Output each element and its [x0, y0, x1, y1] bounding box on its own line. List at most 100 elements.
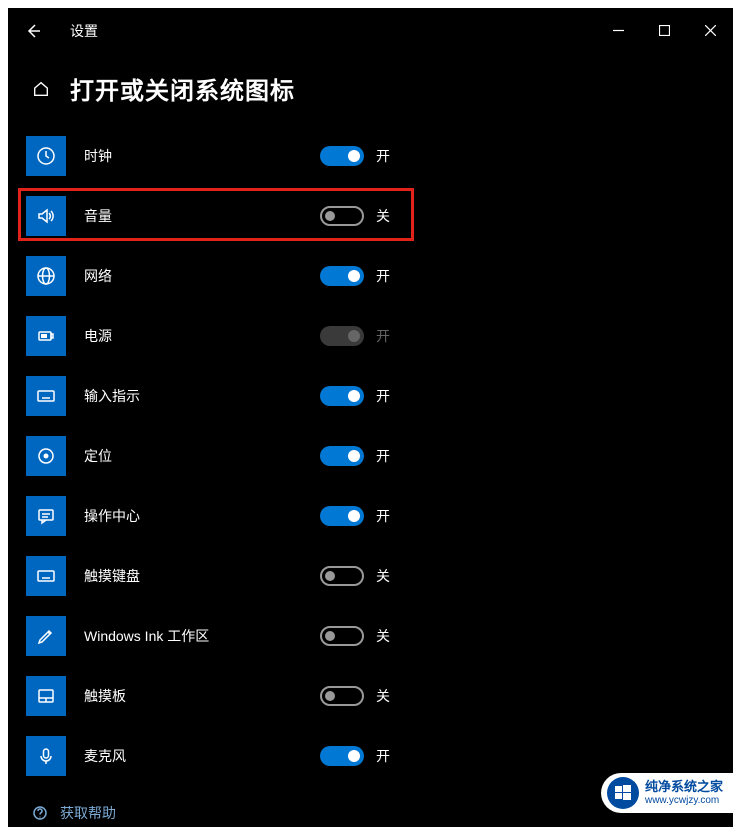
volume-icon-box	[26, 196, 66, 236]
window-controls	[595, 8, 733, 53]
setting-row-power: 电源 开	[26, 316, 715, 356]
toggle-power	[320, 326, 364, 346]
keyboard-icon	[36, 386, 56, 406]
setting-label: 输入指示	[84, 386, 140, 406]
get-help-link[interactable]: 获取帮助	[32, 803, 116, 823]
toggle-volume[interactable]	[320, 206, 364, 226]
clock-icon	[36, 146, 56, 166]
setting-row-action-center: 操作中心 开	[26, 496, 715, 536]
toggle-state-label: 关	[376, 626, 390, 646]
home-button[interactable]	[26, 74, 56, 104]
minimize-button[interactable]	[595, 8, 641, 53]
window-title: 设置	[70, 21, 98, 41]
back-button[interactable]	[8, 8, 58, 53]
toggle-knob	[325, 631, 335, 641]
toggle-ime[interactable]	[320, 386, 364, 406]
toggle-knob	[348, 450, 360, 462]
toggle-touch-keyboard[interactable]	[320, 566, 364, 586]
setting-row-volume: 音量 关	[26, 196, 715, 236]
setting-label: 音量	[84, 206, 112, 226]
windows-logo-icon	[614, 784, 632, 802]
setting-label: 触摸键盘	[84, 566, 140, 586]
setting-row-touch-keyboard: 触摸键盘 关	[26, 556, 715, 596]
toggle-knob	[348, 390, 360, 402]
toggle-knob	[325, 571, 335, 581]
pen-icon-box	[26, 616, 66, 656]
toggle-knob	[325, 691, 335, 701]
setting-label: 触摸板	[84, 686, 126, 706]
toggle-column: 开	[320, 386, 390, 406]
battery-icon-box	[26, 316, 66, 356]
setting-row-clock: 时钟开	[26, 136, 715, 176]
toggle-state-label: 开	[376, 146, 390, 166]
toggle-knob	[348, 150, 360, 162]
toggle-knob	[348, 270, 360, 282]
watermark-text: 纯净系统之家 www.ycwjzy.com	[645, 780, 723, 805]
toggle-touchpad[interactable]	[320, 686, 364, 706]
watermark: 纯净系统之家 www.ycwjzy.com	[601, 773, 733, 813]
close-icon	[705, 25, 716, 36]
toggle-knob	[348, 750, 360, 762]
toggle-column: 关	[320, 566, 390, 586]
touchpad-icon	[36, 686, 56, 706]
toggle-state-label: 关	[376, 566, 390, 586]
setting-label: 电源	[84, 326, 112, 346]
setting-label: 网络	[84, 266, 112, 286]
settings-window: 设置 打开或关闭系统图标 时钟开音量关网络开电源开输入指示开定位开操作中心开触摸…	[0, 0, 741, 835]
watermark-logo	[607, 777, 639, 809]
globe-icon	[36, 266, 56, 286]
header-row: 打开或关闭系统图标	[26, 71, 715, 106]
watermark-title: 纯净系统之家	[645, 780, 723, 794]
mic-icon	[36, 746, 56, 766]
back-arrow-icon	[25, 23, 41, 39]
globe-icon-box	[26, 256, 66, 296]
help-label: 获取帮助	[60, 803, 116, 823]
toggle-column: 开	[320, 506, 390, 526]
toggle-column: 关	[320, 626, 390, 646]
toggle-knob	[325, 211, 335, 221]
maximize-button[interactable]	[641, 8, 687, 53]
toggle-network[interactable]	[320, 266, 364, 286]
volume-icon	[36, 206, 56, 226]
toggle-column: 关	[320, 686, 390, 706]
toggle-column: 开	[320, 746, 390, 766]
target-icon-box	[26, 436, 66, 476]
chat-icon	[36, 506, 56, 526]
keyboard-icon	[36, 566, 56, 586]
page-title: 打开或关闭系统图标	[70, 71, 295, 106]
keyboard-icon-box	[26, 556, 66, 596]
setting-label: 麦克风	[84, 746, 126, 766]
toggle-knob	[348, 510, 360, 522]
help-icon	[32, 805, 48, 821]
system-icons-list: 时钟开音量关网络开电源开输入指示开定位开操作中心开触摸键盘关Windows In…	[26, 136, 715, 776]
titlebar: 设置	[8, 8, 733, 53]
setting-label: 定位	[84, 446, 112, 466]
content-area: 打开或关闭系统图标 时钟开音量关网络开电源开输入指示开定位开操作中心开触摸键盘关…	[8, 53, 733, 776]
toggle-state-label: 关	[376, 206, 390, 226]
toggle-knob	[348, 330, 360, 342]
toggle-windows-ink[interactable]	[320, 626, 364, 646]
toggle-column: 开	[320, 446, 390, 466]
watermark-url: www.ycwjzy.com	[645, 795, 723, 806]
setting-label: 操作中心	[84, 506, 140, 526]
toggle-state-label: 开	[376, 326, 390, 346]
toggle-location[interactable]	[320, 446, 364, 466]
toggle-action-center[interactable]	[320, 506, 364, 526]
setting-row-network: 网络 开	[26, 256, 715, 296]
mic-icon-box	[26, 736, 66, 776]
setting-row-ime: 输入指示 开	[26, 376, 715, 416]
toggle-column: 开	[320, 326, 390, 346]
toggle-microphone[interactable]	[320, 746, 364, 766]
close-button[interactable]	[687, 8, 733, 53]
toggle-clock[interactable]	[320, 146, 364, 166]
setting-label: Windows Ink 工作区	[84, 626, 209, 646]
setting-row-location: 定位 开	[26, 436, 715, 476]
toggle-column: 关	[320, 206, 390, 226]
touchpad-icon-box	[26, 676, 66, 716]
maximize-icon	[659, 25, 670, 36]
setting-row-touchpad: 触摸板 关	[26, 676, 715, 716]
toggle-column: 开	[320, 266, 390, 286]
target-icon	[36, 446, 56, 466]
toggle-state-label: 开	[376, 266, 390, 286]
battery-icon	[36, 326, 56, 346]
